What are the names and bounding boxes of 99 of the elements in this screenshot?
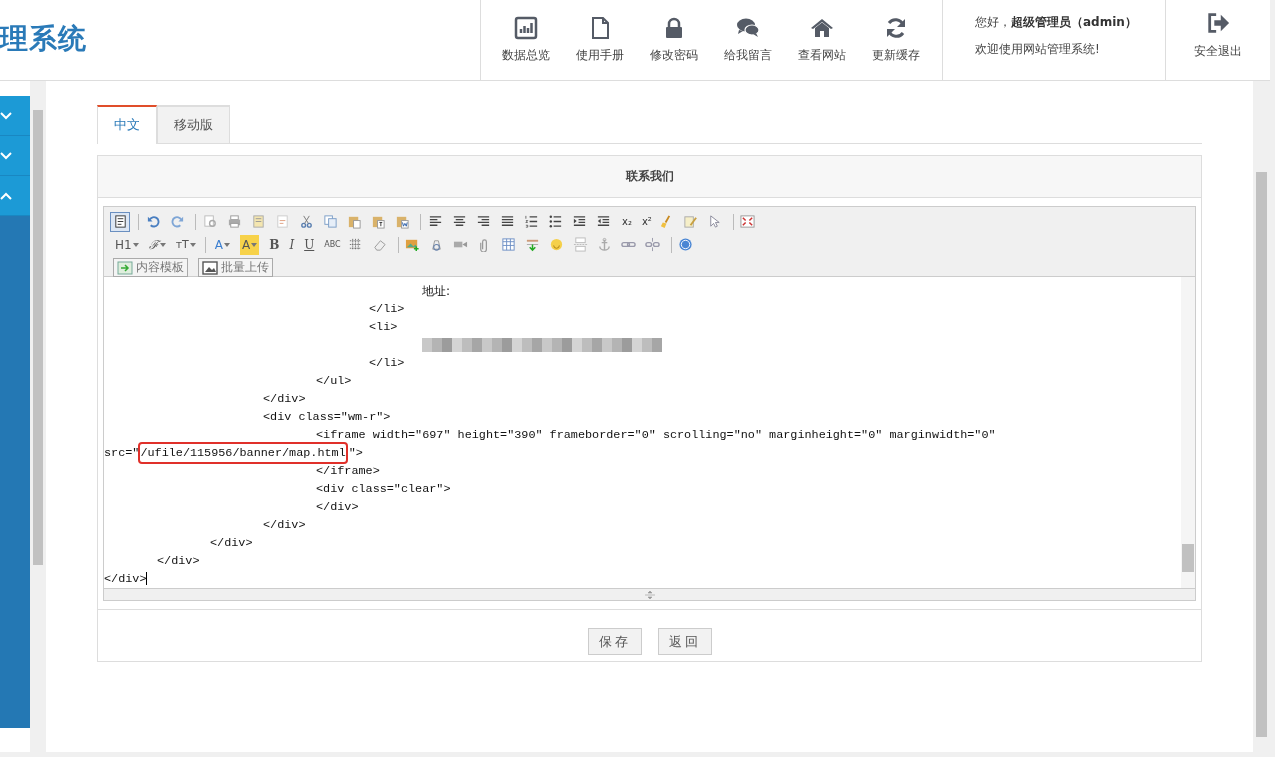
source-icon: [112, 214, 128, 229]
ordered-list-icon[interactable]: [523, 214, 539, 229]
scrollbar[interactable]: [1181, 277, 1195, 588]
code-line: <div class="clear">: [315, 481, 451, 498]
insert-row-icon[interactable]: [525, 237, 541, 252]
code-line: </div>: [104, 571, 148, 588]
welcome-text: 欢迎使用网站管理系统!: [975, 41, 1100, 58]
format-button[interactable]: B: [269, 234, 280, 255]
caret-icon: [132, 242, 139, 247]
format-button[interactable]: ℱ: [148, 234, 166, 255]
print-icon[interactable]: [226, 214, 242, 229]
format-button[interactable]: ᴛT: [175, 234, 196, 255]
code-line: </div>: [315, 499, 359, 516]
grid-icon[interactable]: [348, 237, 364, 252]
format-button[interactable]: A: [240, 234, 260, 255]
scrollbar[interactable]: [1253, 81, 1270, 752]
grip-icon: [643, 590, 656, 599]
align-center-icon[interactable]: [451, 214, 467, 229]
code-line: </div>: [262, 391, 306, 408]
logout-link[interactable]: 安全退出: [1166, 0, 1270, 80]
code-line: 地址:: [421, 283, 451, 300]
paste-icon[interactable]: [346, 214, 362, 229]
align-left-icon[interactable]: [427, 214, 443, 229]
redo-icon[interactable]: [169, 214, 185, 229]
indent-icon[interactable]: [571, 214, 587, 229]
nav-link[interactable]: 查看网站: [785, 0, 859, 80]
format-button[interactable]: x₂: [622, 211, 632, 232]
code-line: <div class="wm-r">: [262, 409, 391, 426]
caret-icon: [224, 242, 231, 247]
tab[interactable]: 中文: [97, 105, 157, 144]
code-line: </iframe>: [315, 463, 380, 480]
action-button[interactable]: 返回: [657, 628, 712, 655]
copy-icon[interactable]: [322, 214, 338, 229]
scrollbar[interactable]: [30, 81, 46, 752]
preview-icon[interactable]: [202, 214, 218, 229]
paste-word-icon[interactable]: [394, 214, 410, 229]
tab[interactable]: 移动版: [157, 105, 230, 143]
bullet-list-icon[interactable]: [547, 214, 563, 229]
eraser-icon[interactable]: [372, 237, 388, 252]
code-line: </div>: [156, 553, 200, 570]
refresh-icon: [884, 16, 908, 40]
format-button[interactable]: A: [214, 234, 231, 255]
code-text: src=": [104, 445, 140, 462]
caret-icon: [189, 242, 196, 247]
nav-link[interactable]: 更新缓存: [859, 0, 933, 80]
format-button[interactable]: I: [289, 234, 295, 255]
code-text: ">: [348, 445, 363, 462]
code-line: </div>: [262, 517, 306, 534]
unlink-icon[interactable]: [645, 237, 661, 252]
page-break-icon[interactable]: [573, 237, 589, 252]
smiley-icon[interactable]: [549, 237, 565, 252]
template-icon[interactable]: [250, 214, 266, 229]
code-editor[interactable]: [104, 277, 1195, 588]
nav-link[interactable]: 给我留言: [711, 0, 785, 80]
nav-link[interactable]: 使用手册: [563, 0, 637, 80]
action-button[interactable]: 保存: [587, 628, 642, 655]
nav-link[interactable]: 数据总览: [489, 0, 563, 80]
code-line: <iframe width="697" height="390" frameborder="0" scrolling="no" marginheight="0" marginwidth="0": [315, 427, 996, 444]
sidebar-item[interactable]: [0, 176, 30, 216]
chat-icon: [736, 16, 760, 40]
template-icon: [117, 260, 133, 275]
image-icon[interactable]: [405, 237, 421, 252]
scissors-icon[interactable]: [298, 214, 314, 229]
table-icon[interactable]: [501, 237, 517, 252]
sidebar-item[interactable]: [0, 136, 30, 176]
anchor-icon[interactable]: [597, 237, 613, 252]
source-button[interactable]: [110, 211, 130, 232]
image-icon: [202, 260, 218, 275]
logout-icon: [1206, 10, 1230, 35]
format-button[interactable]: ABC: [324, 234, 341, 255]
format-button[interactable]: H1: [115, 234, 139, 255]
nav-link[interactable]: 修改密码: [637, 0, 711, 80]
code-icon[interactable]: [274, 214, 290, 229]
home-icon: [810, 16, 834, 40]
cursor-icon[interactable]: [707, 214, 723, 229]
panel-title: 联系我们: [98, 156, 1201, 198]
highlight-box: /ufile/115956/banner/map.html: [140, 444, 346, 462]
code-line: </li>: [368, 355, 405, 372]
site-title: 理系统: [0, 21, 87, 57]
justify-icon[interactable]: [499, 214, 515, 229]
caret-icon: [251, 242, 258, 247]
align-right-icon[interactable]: [475, 214, 491, 229]
code-line: <li>: [368, 319, 398, 336]
code-line: </ul>: [315, 373, 352, 390]
outdent-icon[interactable]: [595, 214, 611, 229]
bar-chart-icon: [514, 16, 538, 40]
paste-text-icon[interactable]: [370, 214, 386, 229]
format-button[interactable]: U: [304, 234, 315, 255]
format-button[interactable]: x²: [641, 211, 652, 232]
toolbar-button[interactable]: 内容模板: [113, 258, 188, 277]
code-line: </li>: [368, 301, 405, 318]
caret-icon: [159, 242, 166, 247]
fullscreen-icon[interactable]: [740, 214, 756, 229]
sidebar-item[interactable]: [0, 96, 30, 136]
resize-handle[interactable]: [104, 588, 1195, 600]
toolbar-button[interactable]: 批量上传: [198, 258, 273, 277]
greeting-text: 您好，超级管理员（admin）: [975, 14, 1137, 31]
code-line: </div>: [209, 535, 253, 552]
undo-icon[interactable]: [145, 214, 161, 229]
